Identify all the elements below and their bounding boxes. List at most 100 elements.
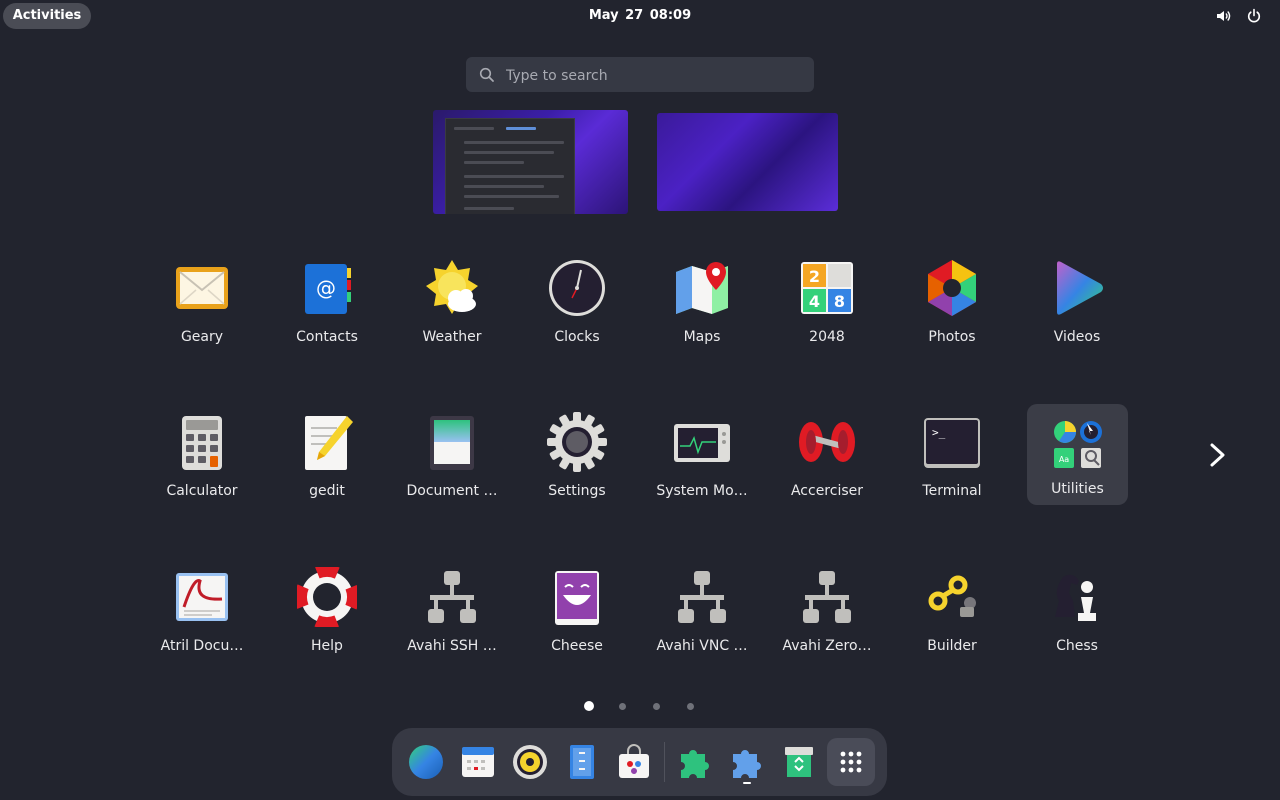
- dock-item-show-apps[interactable]: [827, 738, 875, 786]
- weather-icon: [426, 260, 478, 314]
- atril-icon: [176, 573, 228, 621]
- videos-icon: [1057, 261, 1103, 315]
- app-contacts[interactable]: @ Contacts: [273, 252, 381, 352]
- app-clocks[interactable]: Clocks: [523, 252, 631, 352]
- cheese-icon: [555, 571, 599, 625]
- clock-display[interactable]: May 27 08:09: [540, 0, 740, 32]
- power-icon[interactable]: [1246, 8, 1262, 24]
- game-2048-icon: 2 4 8: [801, 262, 853, 314]
- dock-item-music-player[interactable]: [506, 738, 554, 786]
- terminal-icon: >_: [924, 418, 980, 468]
- dock-item-web-browser[interactable]: [402, 738, 450, 786]
- app-videos[interactable]: Videos: [1023, 252, 1131, 352]
- tile-8: 8: [834, 292, 845, 311]
- app-help[interactable]: Help: [273, 561, 381, 661]
- recycle-icon: [785, 747, 813, 777]
- search-input[interactable]: [504, 57, 808, 94]
- settings-icon: [547, 412, 607, 472]
- accerciser-icon: [799, 422, 855, 462]
- files-icon: [570, 745, 594, 779]
- maps-icon: [676, 262, 728, 314]
- app-label: Terminal: [922, 483, 982, 499]
- app-label: Chess: [1056, 638, 1098, 654]
- app-label: Help: [311, 638, 343, 654]
- chevron-right-icon[interactable]: [1204, 440, 1232, 470]
- builder-icon: [928, 575, 976, 617]
- dock: [392, 728, 887, 796]
- app-terminal[interactable]: >_ Terminal: [898, 406, 1006, 506]
- page-dot-3[interactable]: [653, 703, 660, 710]
- app-document-scanner[interactable]: Document …: [398, 406, 506, 506]
- app-maps[interactable]: Maps: [648, 252, 756, 352]
- page-dot-4[interactable]: [687, 703, 694, 710]
- app-label: Avahi VNC …: [656, 638, 748, 654]
- avahi-ssh-icon: [428, 571, 476, 623]
- app-label: System Mo…: [656, 483, 748, 499]
- dock-item-extension-manager[interactable]: [723, 738, 771, 786]
- system-monitor-icon: [674, 424, 730, 462]
- app-label: Atril Docu…: [160, 638, 244, 654]
- page-dot-2[interactable]: [619, 703, 626, 710]
- app-label: Contacts: [296, 329, 358, 345]
- search-box[interactable]: [466, 57, 814, 94]
- app-label: Avahi Zero…: [782, 638, 872, 654]
- app-avahi-vnc[interactable]: Avahi VNC …: [648, 561, 756, 661]
- avahi-zeroconf-icon: [803, 571, 851, 623]
- volume-icon[interactable]: [1215, 8, 1231, 24]
- app-atril[interactable]: Atril Docu…: [148, 561, 256, 661]
- dock-item-trash[interactable]: [775, 738, 823, 786]
- dock-separator: [664, 742, 665, 782]
- dock-item-software[interactable]: [610, 738, 658, 786]
- workspace-thumbnail-2[interactable]: [657, 113, 838, 211]
- folder-utilities[interactable]: Aa Utilities: [1027, 404, 1128, 505]
- top-bar: Activities May 27 08:09: [0, 0, 1280, 32]
- window-thumbnail[interactable]: [445, 118, 575, 214]
- app-label: Utilities: [1051, 481, 1104, 497]
- app-calculator[interactable]: Calculator: [148, 406, 256, 506]
- app-settings[interactable]: Settings: [523, 406, 631, 506]
- app-label: Geary: [180, 329, 224, 345]
- dock-item-calendar[interactable]: [454, 738, 502, 786]
- page-dot-1[interactable]: [584, 701, 594, 711]
- app-geary[interactable]: Geary: [148, 252, 256, 352]
- app-label: Maps: [683, 329, 721, 345]
- app-label: 2048: [809, 329, 845, 345]
- app-label: Builder: [927, 638, 977, 654]
- app-gedit[interactable]: gedit: [273, 406, 381, 506]
- app-builder[interactable]: Builder: [898, 561, 1006, 661]
- app-label: Photos: [928, 329, 976, 345]
- running-indicator: [743, 782, 751, 784]
- app-cheese[interactable]: Cheese: [523, 561, 631, 661]
- app-label: Settings: [548, 483, 606, 499]
- app-label: gedit: [309, 483, 345, 499]
- dock-item-extensions[interactable]: [671, 738, 719, 786]
- search-icon: [479, 67, 494, 82]
- activities-button[interactable]: Activities: [3, 3, 91, 29]
- software-store-icon: [619, 744, 649, 778]
- puzzle-green-icon: [681, 750, 709, 778]
- clocks-icon: [549, 260, 605, 316]
- app-label: Accerciser: [790, 483, 864, 499]
- app-label: Videos: [1053, 329, 1101, 345]
- app-label: Clocks: [554, 329, 600, 345]
- gedit-icon: [305, 416, 353, 470]
- geary-icon: [176, 267, 228, 309]
- calculator-icon: [182, 416, 222, 470]
- app-label: Weather: [422, 329, 482, 345]
- document-scanner-icon: [430, 416, 474, 470]
- globe-icon: [409, 745, 443, 779]
- app-avahi-zeroconf[interactable]: Avahi Zero…: [773, 561, 881, 661]
- app-2048[interactable]: 2 4 8 2048: [773, 252, 881, 352]
- app-weather[interactable]: Weather: [398, 252, 506, 352]
- workspace-thumbnail-1[interactable]: [433, 110, 628, 214]
- app-system-monitor[interactable]: System Mo…: [648, 406, 756, 506]
- app-photos[interactable]: Photos: [898, 252, 1006, 352]
- contacts-icon: @: [305, 264, 351, 314]
- terminal-prompt: >_: [932, 426, 946, 439]
- app-chess[interactable]: Chess: [1023, 561, 1131, 661]
- app-accerciser[interactable]: Accerciser: [773, 406, 881, 506]
- app-avahi-ssh[interactable]: Avahi SSH …: [398, 561, 506, 661]
- grid-icon: [840, 751, 862, 773]
- dock-item-file-manager[interactable]: [558, 738, 606, 786]
- chess-icon: [1055, 574, 1096, 621]
